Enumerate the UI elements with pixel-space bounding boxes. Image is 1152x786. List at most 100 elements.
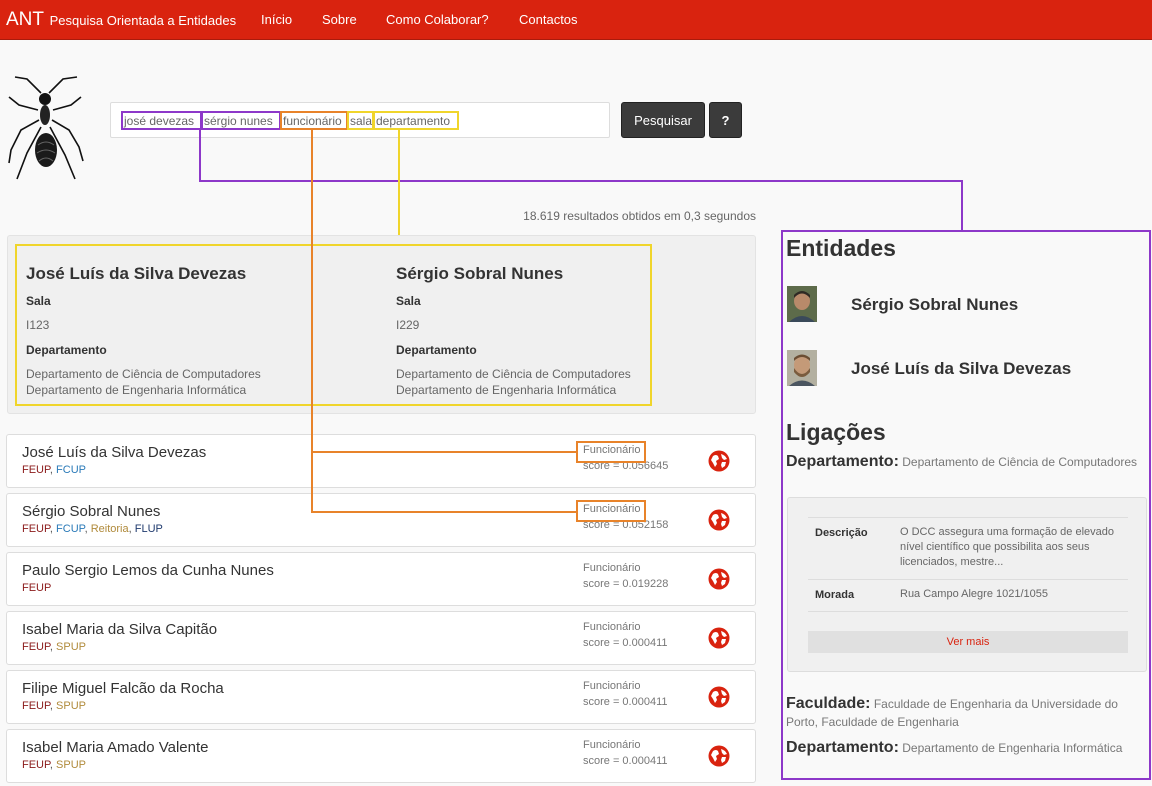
globe-icon[interactable]: [708, 627, 730, 649]
help-button[interactable]: ?: [709, 102, 742, 138]
nav-link-como-colaborar[interactable]: Como Colaborar?: [386, 12, 489, 27]
org-link[interactable]: SPUP: [56, 700, 86, 712]
divider: [808, 611, 1128, 612]
description-label: Descrição: [815, 527, 868, 539]
result-score: score = 0.000411: [583, 637, 668, 649]
result-name[interactable]: José Luís da Silva Devezas: [22, 444, 206, 461]
summary-entity: José Luís da Silva Devezas Sala I123 Dep…: [26, 264, 326, 398]
org-link[interactable]: FCUP: [56, 523, 85, 535]
result-card[interactable]: Isabel Maria Amado Valente FEUP, SPUP Func…: [6, 729, 756, 783]
address-label: Morada: [815, 589, 855, 601]
summary-dept-label: Departamento: [26, 343, 107, 357]
org-link[interactable]: FEUP: [22, 582, 51, 594]
globe-icon[interactable]: [708, 745, 730, 767]
type-highlight: [576, 441, 646, 463]
type-highlight: [576, 500, 646, 522]
nav-link-inicio[interactable]: Início: [261, 12, 292, 27]
result-orgs: FEUP, SPUP: [22, 759, 87, 771]
entity-link[interactable]: Sérgio Sobral Nunes: [851, 295, 1018, 315]
navbar: ANT Pesquisa Orientada a Entidades Iníci…: [0, 0, 1152, 40]
globe-icon[interactable]: [708, 568, 730, 590]
search-token-sergio-nunes[interactable]: sérgio nunes: [201, 111, 281, 130]
avatar[interactable]: [787, 286, 817, 322]
result-name[interactable]: Paulo Sergio Lemos da Cunha Nunes: [22, 562, 274, 579]
result-card[interactable]: Isabel Maria da Silva Capitão FEUP, SPUP F…: [6, 611, 756, 665]
org-link[interactable]: FEUP: [22, 523, 50, 535]
org-link[interactable]: Reitoria: [91, 523, 129, 535]
org-link[interactable]: FEUP: [22, 641, 50, 653]
result-score: score = 0.000411: [583, 755, 668, 767]
entity-link[interactable]: José Luís da Silva Devezas: [851, 359, 1071, 379]
dept-relation-value[interactable]: Departamento de Ciência de Computadores: [902, 455, 1137, 469]
dept-relation: Departamento: Departamento de Ciência de…: [786, 453, 1148, 471]
search-token-funcionario[interactable]: funcionário: [280, 111, 348, 130]
result-name[interactable]: Filipe Miguel Falcão da Rocha: [22, 680, 224, 697]
search-input[interactable]: josé devezas sérgio nunes funcionário sa…: [110, 102, 610, 138]
search-token-jose-devezas[interactable]: josé devezas: [121, 111, 202, 130]
summary-sala-value: I123: [26, 318, 50, 332]
result-orgs: FEUP: [22, 582, 51, 594]
result-name[interactable]: Isabel Maria Amado Valente: [22, 739, 209, 756]
org-link[interactable]: SPUP: [56, 641, 86, 653]
org-link[interactable]: FLUP: [135, 523, 163, 535]
globe-icon[interactable]: [708, 509, 730, 531]
result-card[interactable]: Paulo Sergio Lemos da Cunha Nunes FEUP Fun…: [6, 552, 756, 606]
globe-icon[interactable]: [708, 686, 730, 708]
result-type: Funcionário: [583, 562, 641, 574]
faculty-relation: Faculdade: Faculdade de Engenharia da Un…: [786, 695, 1148, 731]
org-link[interactable]: FCUP: [56, 464, 86, 476]
links-title: Ligações: [786, 419, 886, 445]
org-link[interactable]: FEUP: [22, 464, 50, 476]
purple-connector-vertical: [199, 129, 201, 182]
summary-dept-values: Departamento de Ciência de Computadores …: [396, 366, 696, 398]
orange-connector-branch-2: [311, 511, 577, 513]
summary-dept-label: Departamento: [396, 343, 477, 357]
yellow-connector: [398, 129, 400, 245]
brand[interactable]: ANT Pesquisa Orientada a Entidades: [6, 9, 236, 31]
summary-name[interactable]: Sérgio Sobral Nunes: [396, 264, 696, 284]
summary-dept-item: Departamento de Ciência de Computadores: [396, 367, 631, 381]
result-name[interactable]: Isabel Maria da Silva Capitão: [22, 621, 217, 638]
summary-sala-label: Sala: [396, 294, 421, 308]
result-orgs: FEUP, FCUP: [22, 464, 86, 476]
org-link[interactable]: FEUP: [22, 700, 50, 712]
result-orgs: FEUP, FCUP, Reitoria, FLUP: [22, 523, 163, 535]
dept-relation-label: Departamento:: [786, 453, 899, 470]
summary-dept-item: Departamento de Engenharia Informática: [396, 383, 617, 397]
ant-logo-icon[interactable]: [5, 75, 87, 183]
description-value: O DCC assegura uma formação de elevado n…: [900, 526, 1114, 568]
entities-title: Entidades: [786, 235, 896, 261]
brand-subtitle[interactable]: Pesquisa Orientada a Entidades: [50, 13, 236, 28]
globe-icon[interactable]: [708, 450, 730, 472]
results-count: 18.619 resultados obtidos em 0,3 segundo…: [523, 209, 756, 223]
result-score: score = 0.000411: [583, 696, 668, 708]
search-token-sala[interactable]: sala: [347, 111, 374, 130]
org-link[interactable]: FEUP: [22, 759, 50, 771]
dept-relation-value[interactable]: Departamento de Engenharia Informática: [902, 741, 1122, 755]
brand-name[interactable]: ANT: [6, 9, 44, 30]
result-type: Funcionário: [583, 739, 641, 751]
result-name[interactable]: Sérgio Sobral Nunes: [22, 503, 160, 520]
result-orgs: FEUP, SPUP: [22, 641, 87, 653]
divider: [808, 579, 1128, 580]
purple-connector-drop: [961, 180, 963, 231]
nav-link-sobre[interactable]: Sobre: [322, 12, 357, 27]
see-more-button[interactable]: Ver mais: [808, 631, 1128, 653]
search-token-departamento[interactable]: departamento: [373, 111, 459, 130]
dept-info-panel: Descrição O DCC assegura uma formação de…: [787, 497, 1147, 672]
result-type: Funcionário: [583, 621, 641, 633]
nav-link-contactos[interactable]: Contactos: [519, 12, 578, 27]
result-card[interactable]: Filipe Miguel Falcão da Rocha FEUP, SPUP F…: [6, 670, 756, 724]
orange-connector-vertical: [311, 129, 313, 513]
divider: [808, 517, 1128, 518]
org-link[interactable]: SPUP: [56, 759, 86, 771]
summary-dept-item: Departamento de Ciência de Computadores: [26, 367, 261, 381]
search-button[interactable]: Pesquisar: [621, 102, 705, 138]
summary-name[interactable]: José Luís da Silva Devezas: [26, 264, 326, 284]
faculty-relation-label: Faculdade:: [786, 695, 871, 712]
avatar[interactable]: [787, 350, 817, 386]
summary-dept-values: Departamento de Ciência de Computadores …: [26, 366, 326, 398]
entities-sidebar: Entidades Sérgio Sobral Nunes José Luís …: [781, 230, 1151, 780]
dept-relation: Departamento: Departamento de Engenharia…: [786, 739, 1148, 757]
address-value: Rua Campo Alegre 1021/1055: [900, 588, 1048, 600]
